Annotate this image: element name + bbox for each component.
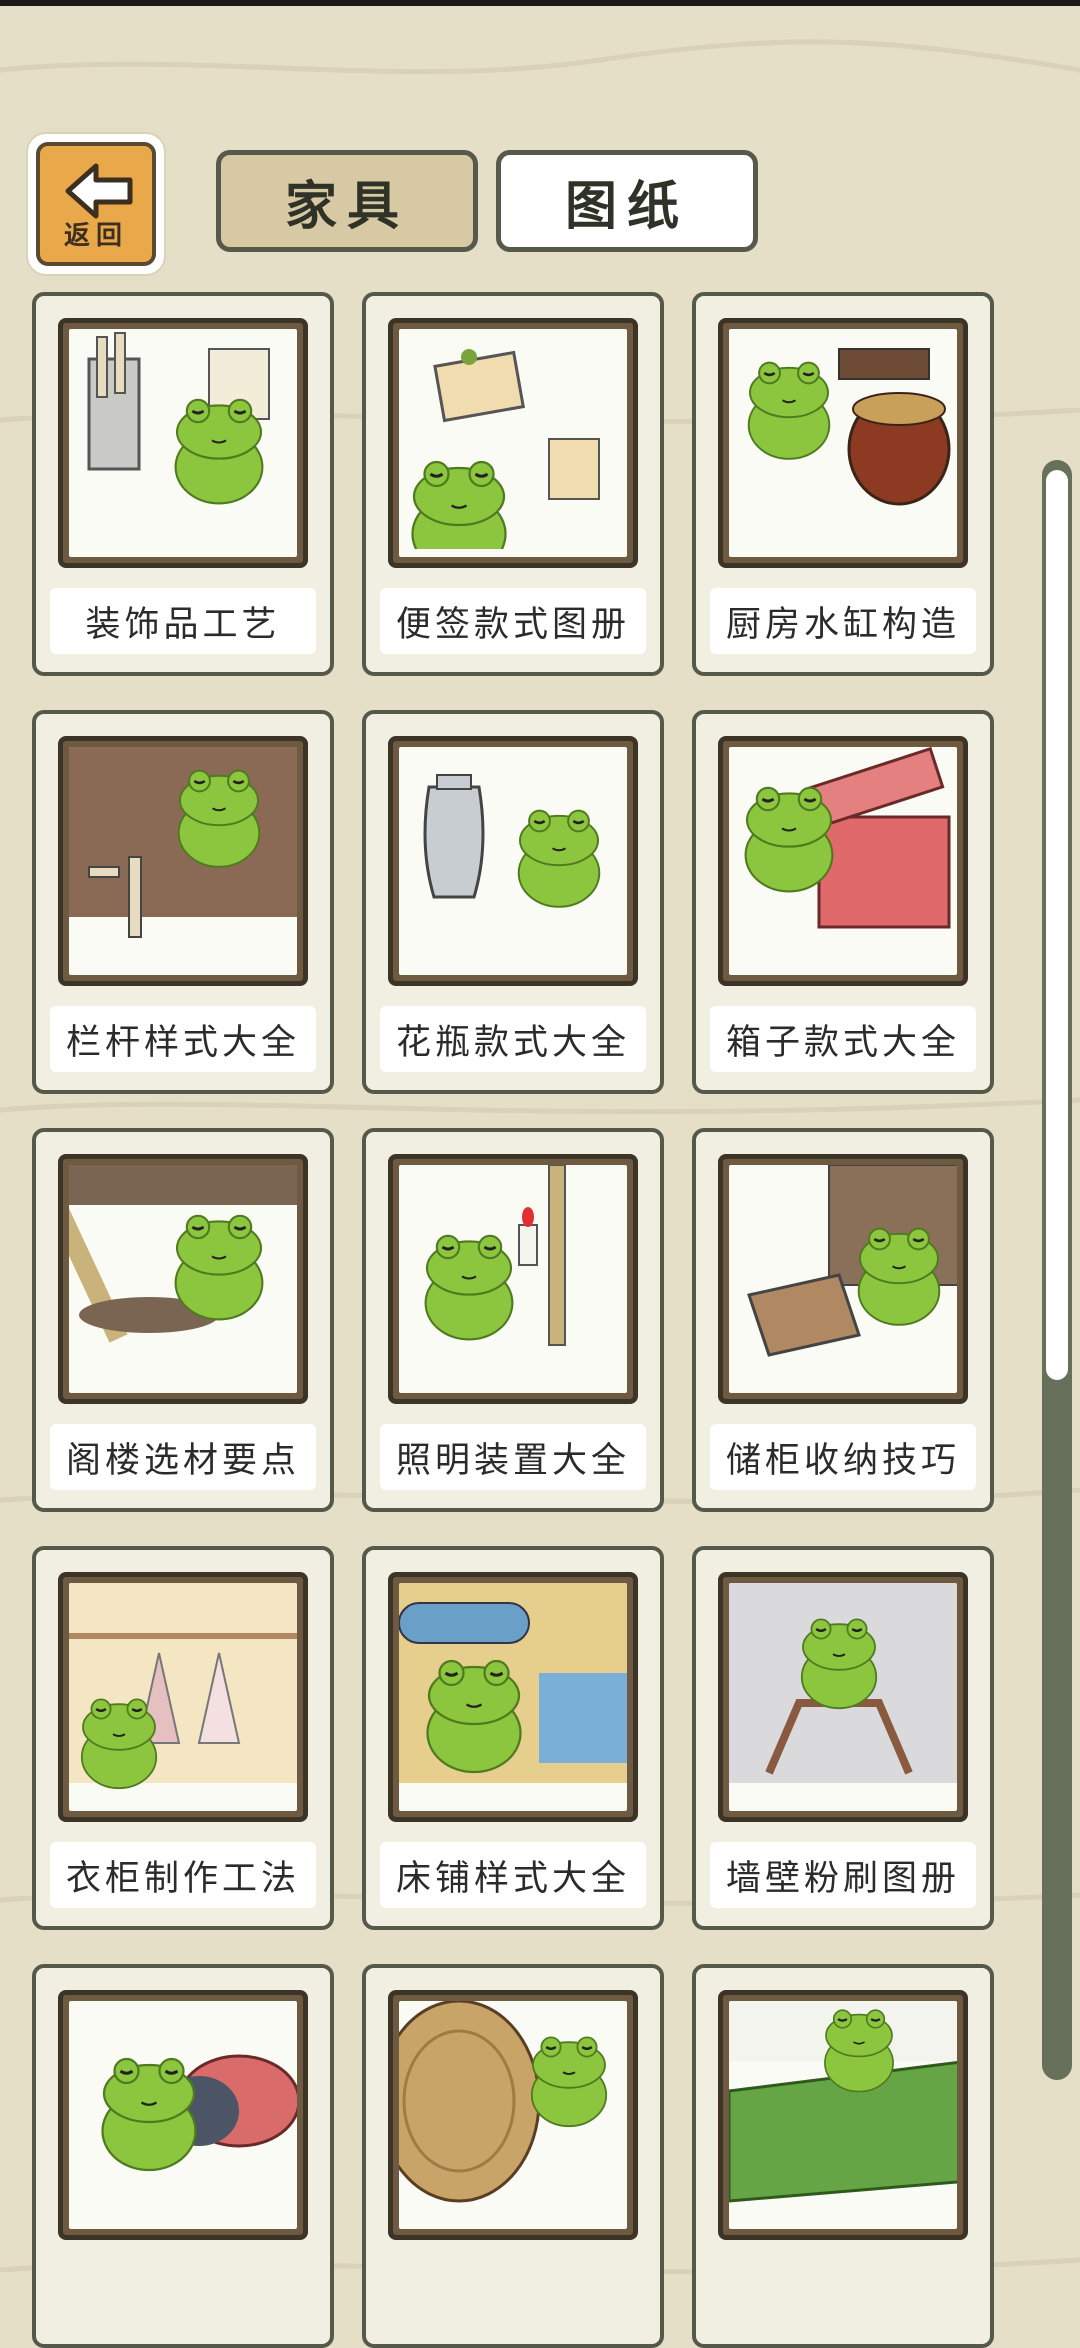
back-button[interactable]: 返回 bbox=[28, 134, 164, 274]
blueprint-illustration bbox=[399, 1165, 627, 1393]
blueprint-illustration bbox=[399, 329, 627, 557]
left-arrow-icon bbox=[65, 163, 133, 219]
blueprint-illustration-frame bbox=[388, 1990, 638, 2240]
blueprint-illustration-frame bbox=[388, 1572, 638, 1822]
blueprint-illustration-frame bbox=[718, 1990, 968, 2240]
blueprint-illustration-frame bbox=[58, 1572, 308, 1822]
blueprint-card[interactable]: 阁楼选材要点 bbox=[32, 1128, 334, 1512]
blueprint-illustration bbox=[729, 329, 957, 557]
blueprint-illustration-frame bbox=[58, 736, 308, 986]
blueprint-label: 栏杆样式大全 bbox=[50, 1006, 316, 1072]
blueprint-illustration-frame bbox=[388, 318, 638, 568]
blueprint-illustration bbox=[729, 747, 957, 975]
blueprint-card[interactable]: 墙壁粉刷图册 bbox=[692, 1546, 994, 1930]
blueprint-label: 床铺样式大全 bbox=[380, 1842, 646, 1908]
blueprint-card[interactable]: 便签款式图册 bbox=[362, 292, 664, 676]
blueprint-illustration bbox=[399, 747, 627, 975]
scrollbar-thumb[interactable] bbox=[1046, 470, 1068, 1380]
blueprint-label: 照明装置大全 bbox=[380, 1424, 646, 1490]
blueprint-illustration-frame bbox=[58, 1990, 308, 2240]
blueprint-illustration bbox=[399, 1583, 627, 1811]
blueprint-label: 阁楼选材要点 bbox=[50, 1424, 316, 1490]
blueprint-illustration-frame bbox=[58, 1154, 308, 1404]
back-button-label: 返回 bbox=[63, 221, 128, 251]
blueprint-label: 装饰品工艺 bbox=[50, 588, 316, 654]
blueprint-card[interactable]: 储柜收纳技巧 bbox=[692, 1128, 994, 1512]
blueprint-illustration-frame bbox=[718, 736, 968, 986]
blueprint-label: 便签款式图册 bbox=[380, 588, 646, 654]
blueprint-illustration bbox=[69, 1583, 297, 1811]
blueprint-card[interactable]: 厨房水缸构造 bbox=[692, 292, 994, 676]
status-strip bbox=[0, 0, 1080, 6]
blueprint-label: 墙壁粉刷图册 bbox=[710, 1842, 976, 1908]
blueprint-label: 箱子款式大全 bbox=[710, 1006, 976, 1072]
blueprint-card[interactable] bbox=[692, 1964, 994, 2348]
blueprint-card[interactable]: 栏杆样式大全 bbox=[32, 710, 334, 1094]
blueprint-card[interactable]: 箱子款式大全 bbox=[692, 710, 994, 1094]
blueprint-label: 厨房水缸构造 bbox=[710, 588, 976, 654]
blueprint-illustration-frame bbox=[718, 1154, 968, 1404]
blueprint-illustration bbox=[69, 2001, 297, 2229]
blueprint-illustration bbox=[729, 1583, 957, 1811]
blueprint-illustration bbox=[399, 2001, 627, 2229]
tab-furniture[interactable]: 家具 bbox=[216, 150, 478, 252]
scrollbar[interactable] bbox=[1042, 460, 1072, 2080]
blueprint-card[interactable]: 花瓶款式大全 bbox=[362, 710, 664, 1094]
blueprint-illustration-frame bbox=[718, 318, 968, 568]
blueprint-illustration bbox=[729, 1165, 957, 1393]
blueprint-card[interactable] bbox=[362, 1964, 664, 2348]
blueprint-label: 衣柜制作工法 bbox=[50, 1842, 316, 1908]
blueprint-grid: 装饰品工艺 便签款式图册 厨房水缸构造 栏杆样式大全 花瓶款式大全 箱子款式大全… bbox=[32, 292, 994, 2348]
blueprint-illustration-frame bbox=[388, 736, 638, 986]
blueprint-label: 花瓶款式大全 bbox=[380, 1006, 646, 1072]
blueprint-card[interactable] bbox=[32, 1964, 334, 2348]
blueprint-card[interactable]: 照明装置大全 bbox=[362, 1128, 664, 1512]
blueprint-illustration bbox=[69, 329, 297, 557]
blueprint-illustration bbox=[69, 1165, 297, 1393]
blueprint-illustration bbox=[729, 2001, 957, 2229]
blueprint-card[interactable]: 装饰品工艺 bbox=[32, 292, 334, 676]
blueprint-card[interactable]: 衣柜制作工法 bbox=[32, 1546, 334, 1930]
blueprint-label: 储柜收纳技巧 bbox=[710, 1424, 976, 1490]
tab-blueprints[interactable]: 图纸 bbox=[496, 150, 758, 252]
blueprint-illustration-frame bbox=[718, 1572, 968, 1822]
blueprint-card[interactable]: 床铺样式大全 bbox=[362, 1546, 664, 1930]
blueprint-illustration bbox=[69, 747, 297, 975]
blueprint-illustration-frame bbox=[388, 1154, 638, 1404]
blueprint-illustration-frame bbox=[58, 318, 308, 568]
